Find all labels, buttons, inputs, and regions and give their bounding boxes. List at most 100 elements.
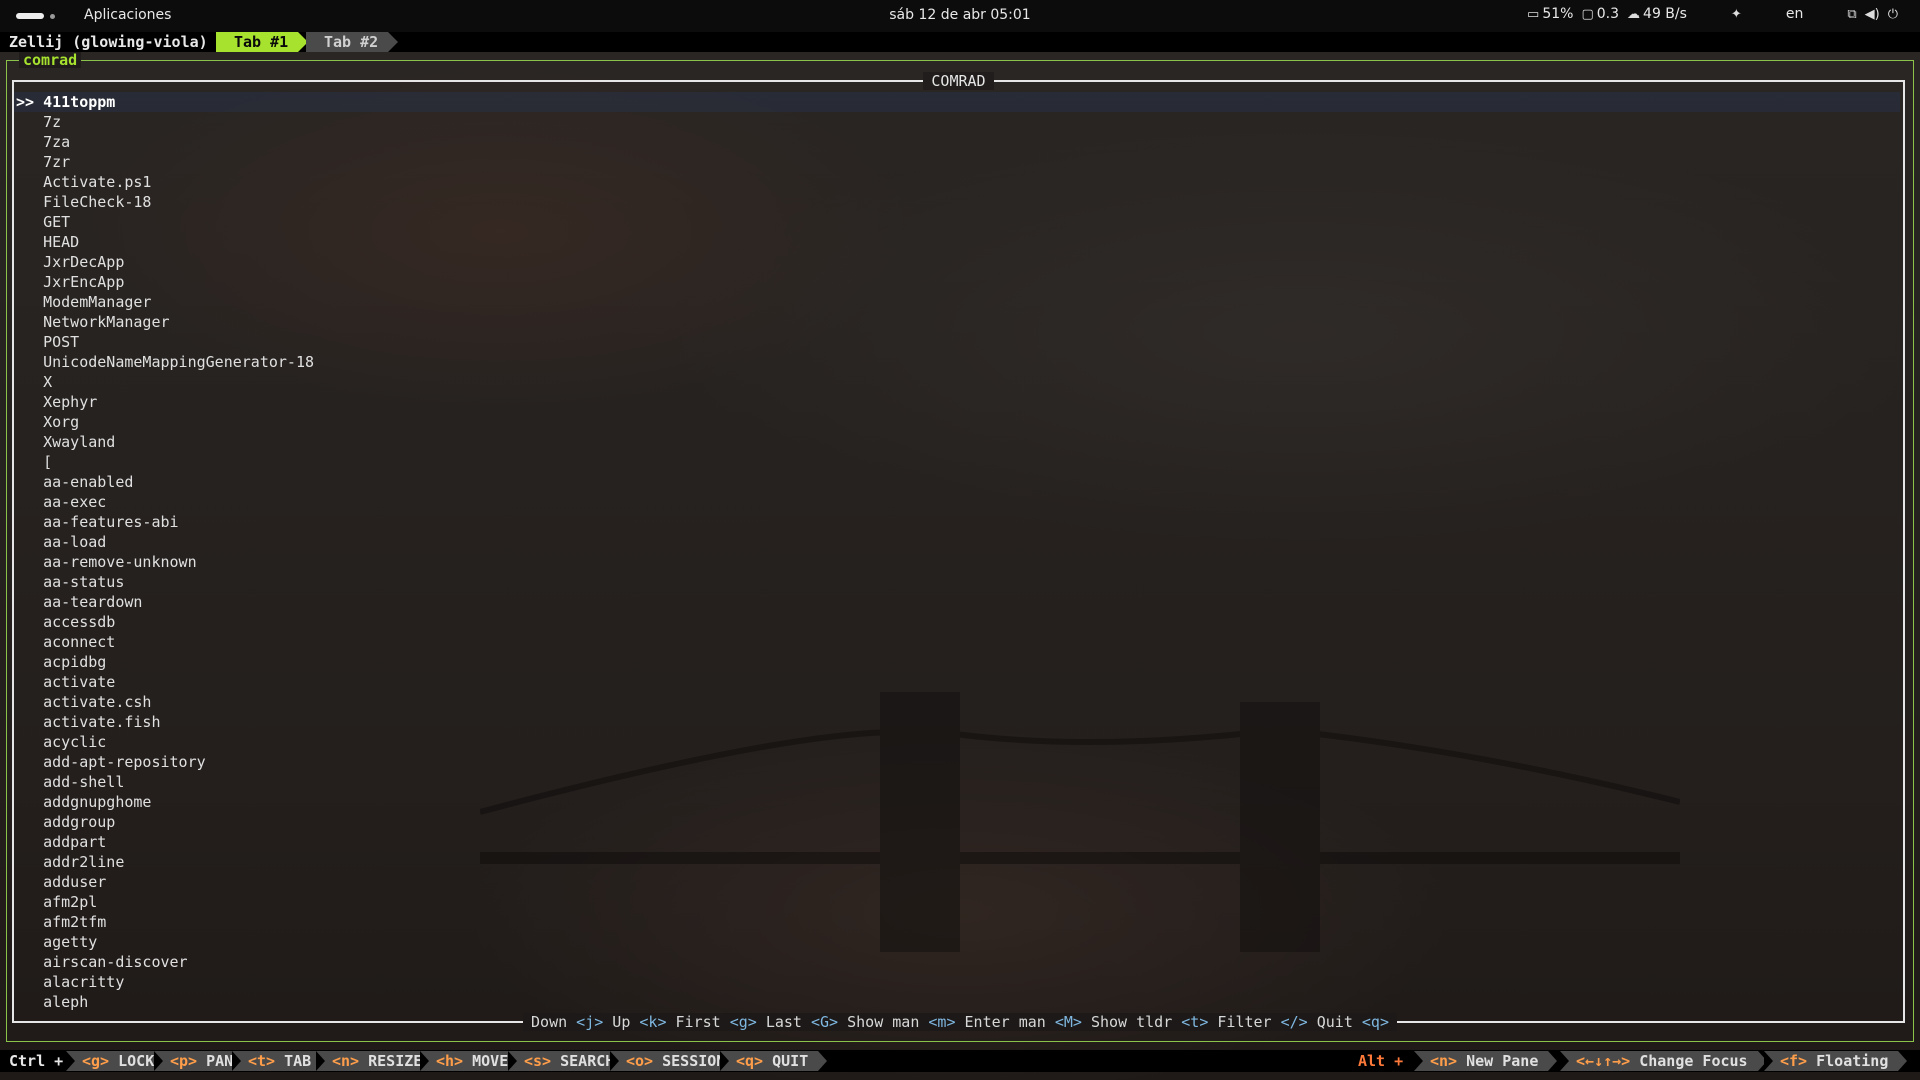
list-item[interactable]: POST — [16, 332, 314, 352]
list-item[interactable]: add-apt-repository — [16, 752, 314, 772]
list-item[interactable]: agetty — [16, 932, 314, 952]
list-item[interactable]: [ — [16, 452, 314, 472]
list-item[interactable]: aleph — [16, 992, 314, 1012]
list-item[interactable]: afm2pl — [16, 892, 314, 912]
list-item[interactable]: JxrEncApp — [16, 272, 314, 292]
mode-quit[interactable]: <q> QUIT — [720, 1051, 828, 1071]
session-name: Zellij (glowing-viola) — [9, 33, 208, 51]
selection-prefix — [16, 453, 43, 471]
list-item[interactable]: JxrDecApp — [16, 252, 314, 272]
mode-tab[interactable]: <t> TAB — [232, 1051, 331, 1071]
list-item[interactable]: Activate.ps1 — [16, 172, 314, 192]
list-item-label: adduser — [43, 873, 107, 891]
selection-prefix — [16, 513, 43, 531]
list-item[interactable]: UnicodeNameMappingGenerator-18 — [16, 352, 314, 372]
mode-key: <g> — [82, 1052, 119, 1070]
list-item[interactable]: HEAD — [16, 232, 314, 252]
list-item[interactable]: aa-remove-unknown — [16, 552, 314, 572]
alt-action-change-focus[interactable]: <←↓↑→> Change Focus — [1560, 1051, 1767, 1071]
selection-prefix — [16, 713, 43, 731]
help-bar: Down <j> Up <k> First <g> Last <G> Show … — [0, 1012, 1920, 1032]
list-item[interactable]: aconnect — [16, 632, 314, 652]
list-item[interactable]: aa-load — [16, 532, 314, 552]
list-item-label: FileCheck-18 — [43, 193, 152, 211]
list-item[interactable]: Xorg — [16, 412, 314, 432]
list-item[interactable]: aa-features-abi — [16, 512, 314, 532]
list-item[interactable]: activate.csh — [16, 692, 314, 712]
list-item[interactable]: aa-exec — [16, 492, 314, 512]
alt-action-new-pane[interactable]: <n> New Pane — [1414, 1051, 1558, 1071]
list-item[interactable]: acyclic — [16, 732, 314, 752]
list-item[interactable]: addr2line — [16, 852, 314, 872]
mode-session[interactable]: <o> SESSION — [610, 1051, 745, 1071]
keyboard-language[interactable]: en — [1786, 6, 1804, 22]
list-item[interactable]: add-shell — [16, 772, 314, 792]
help-label: Quit — [1307, 1013, 1362, 1031]
list-item-label: aa-teardown — [43, 593, 143, 611]
list-item[interactable]: alacritty — [16, 972, 314, 992]
list-item[interactable]: addgroup — [16, 812, 314, 832]
selection-prefix — [16, 913, 43, 931]
selection-prefix — [16, 933, 43, 951]
list-item[interactable]: ModemManager — [16, 292, 314, 312]
list-item[interactable]: addgnupghome — [16, 792, 314, 812]
alt-action-floating[interactable]: <f> Floating — [1764, 1051, 1908, 1071]
selection-prefix — [16, 493, 43, 511]
list-item[interactable]: 7z — [16, 112, 314, 132]
list-item[interactable]: adduser — [16, 872, 314, 892]
mode-lock[interactable]: <g> LOCK — [66, 1051, 174, 1071]
network-icon[interactable]: ⧉ — [1847, 7, 1856, 22]
list-item[interactable]: aa-enabled — [16, 472, 314, 492]
help-label: Filter — [1208, 1013, 1281, 1031]
help-label: Down — [531, 1013, 577, 1031]
list-item[interactable]: activate — [16, 672, 314, 692]
extension-icon[interactable]: ✦ — [1731, 7, 1742, 22]
list-item-label: aa-status — [43, 573, 125, 591]
mode-key: <n> — [332, 1052, 369, 1070]
list-item-label: afm2pl — [43, 893, 98, 911]
list-item-label: addgnupghome — [43, 793, 152, 811]
list-item[interactable]: 7zr — [16, 152, 314, 172]
command-list[interactable]: >> 411toppm 7z 7za 7zr Activate.ps1 File… — [16, 92, 314, 1012]
volume-icon[interactable]: ◀) — [1865, 7, 1880, 22]
list-item[interactable]: airscan-discover — [16, 952, 314, 972]
list-item[interactable]: afm2tfm — [16, 912, 314, 932]
list-item[interactable]: acpidbg — [16, 652, 314, 672]
tab-1[interactable]: Tab #1 — [216, 32, 309, 52]
list-item[interactable]: Xephyr — [16, 392, 314, 412]
selection-prefix — [16, 393, 43, 411]
load-indicator[interactable]: ▢ 0.3 — [1581, 6, 1619, 22]
help-key: <m> — [928, 1013, 956, 1031]
mode-search[interactable]: <s> SEARCH — [508, 1051, 634, 1071]
network-speed-indicator[interactable]: ☁ 49 B/s — [1627, 6, 1687, 22]
app-title: COMRAD — [923, 72, 994, 90]
list-item[interactable]: 7za — [16, 132, 314, 152]
alt-action-label: Change Focus — [1639, 1052, 1748, 1070]
tab-2[interactable]: Tab #2 — [306, 32, 399, 52]
help-key: <G> — [810, 1013, 839, 1031]
list-item[interactable]: accessdb — [16, 612, 314, 632]
mode-key: <s> — [524, 1052, 561, 1070]
list-item[interactable]: FileCheck-18 — [16, 192, 314, 212]
cpu-value: 51% — [1542, 6, 1574, 22]
list-item[interactable]: activate.fish — [16, 712, 314, 732]
list-item[interactable]: GET — [16, 212, 314, 232]
mode-move[interactable]: <h> MOVE — [420, 1051, 528, 1071]
list-item[interactable]: aa-teardown — [16, 592, 314, 612]
help-label: Last — [756, 1013, 811, 1031]
list-item[interactable]: X — [16, 372, 314, 392]
list-item-label: POST — [43, 333, 80, 351]
power-icon[interactable]: ⏻ — [1888, 7, 1898, 22]
list-item[interactable]: >> 411toppm — [16, 92, 314, 112]
cpu-indicator[interactable]: ▭ 51% — [1527, 6, 1573, 22]
list-item-label: addr2line — [43, 853, 125, 871]
selection-prefix — [16, 293, 43, 311]
list-item-label: GET — [43, 213, 71, 231]
list-item[interactable]: NetworkManager — [16, 312, 314, 332]
system-top-bar: Aplicaciones sáb 12 de abr 05:01 ▭ 51% ▢… — [0, 0, 1920, 32]
mode-resize[interactable]: <n> RESIZE — [316, 1051, 442, 1071]
list-item[interactable]: Xwayland — [16, 432, 314, 452]
list-item[interactable]: aa-status — [16, 572, 314, 592]
load-value: 0.3 — [1596, 6, 1620, 22]
list-item[interactable]: addpart — [16, 832, 314, 852]
